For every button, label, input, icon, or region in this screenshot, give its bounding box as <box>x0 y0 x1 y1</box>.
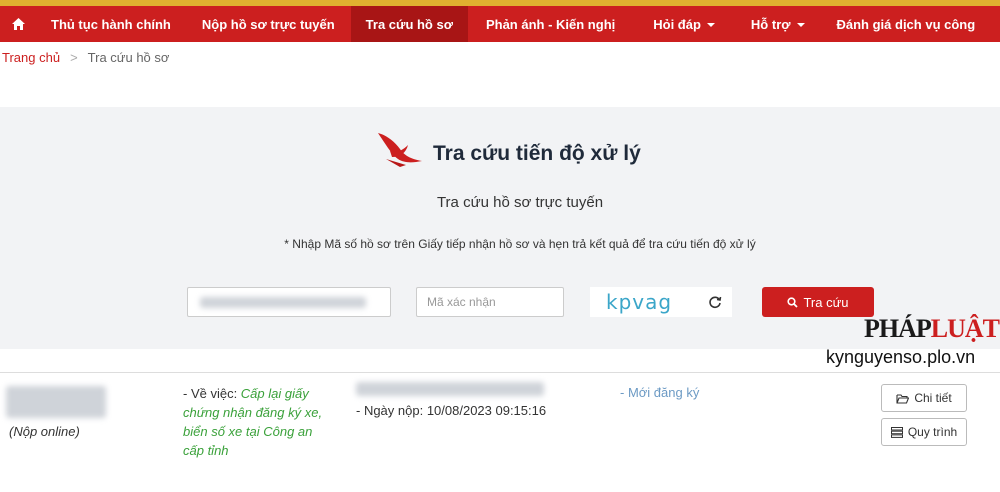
breadcrumb: Trang chủ > Tra cứu hồ sơ <box>2 50 169 65</box>
nav-home-button[interactable] <box>0 6 36 42</box>
blurred-applicant <box>356 382 544 396</box>
submission-date: - Ngày nộp: 10/08/2023 09:15:16 <box>356 403 547 418</box>
search-icon <box>787 296 799 308</box>
nav-item-lookup[interactable]: Tra cứu hồ sơ <box>350 6 468 42</box>
record-code-input[interactable] <box>187 287 391 317</box>
breadcrumb-separator: > <box>70 50 78 65</box>
chevron-down-icon <box>706 23 715 27</box>
refresh-icon[interactable] <box>708 295 722 309</box>
nav-item-feedback[interactable]: Phản ánh - Kiến nghị <box>468 6 633 42</box>
blurred-record-code <box>200 297 366 308</box>
process-button[interactable]: Quy trình <box>881 418 967 446</box>
main-navbar: Thủ tục hành chính Nộp hồ sơ trực tuyến … <box>0 6 1000 42</box>
tasks-list-icon <box>890 426 903 438</box>
nav-item-administrative-procedures[interactable]: Thủ tục hành chính <box>36 6 186 42</box>
captcha-text: kpvag <box>606 290 673 314</box>
home-icon <box>11 18 25 30</box>
breadcrumb-current: Tra cứu hồ sơ <box>87 50 170 65</box>
bird-logo-icon <box>378 133 422 167</box>
nav-item-service-rating[interactable]: Đánh giá dịch vụ công <box>821 6 992 42</box>
nav-item-faq[interactable]: Hỏi đáp <box>633 6 735 42</box>
watermark-domain: kynguyenso.plo.vn <box>826 347 976 367</box>
folder-open-icon <box>896 393 910 404</box>
nav-item-support[interactable]: Hỗ trợ <box>735 6 821 42</box>
search-button[interactable]: Tra cứu <box>762 287 874 317</box>
status-badge: - Mới đăng ký <box>620 385 700 400</box>
captcha-image: kpvag <box>590 287 732 317</box>
submission-type: (Nộp online) <box>9 424 80 439</box>
breadcrumb-home-link[interactable]: Trang chủ <box>2 50 60 65</box>
record-subject: - Về việc: Cấp lại giấy chứng nhận đăng … <box>183 386 323 458</box>
lookup-instructions: * Nhập Mã số hồ sơ trên Giấy tiếp nhận h… <box>284 237 756 251</box>
captcha-input[interactable] <box>416 287 564 317</box>
blurred-record-id <box>6 386 106 418</box>
page-title: Tra cứu tiến độ xử lý <box>433 142 641 165</box>
watermark-logo: PHÁPLUẬT <box>864 314 1000 343</box>
panel-subtitle: Tra cứu hồ sơ trực tuyến <box>436 194 604 211</box>
detail-button[interactable]: Chi tiết <box>881 384 967 412</box>
nav-item-online-submission[interactable]: Nộp hồ sơ trực tuyến <box>186 6 351 42</box>
chevron-down-icon <box>796 23 805 27</box>
section-divider <box>0 372 1000 373</box>
